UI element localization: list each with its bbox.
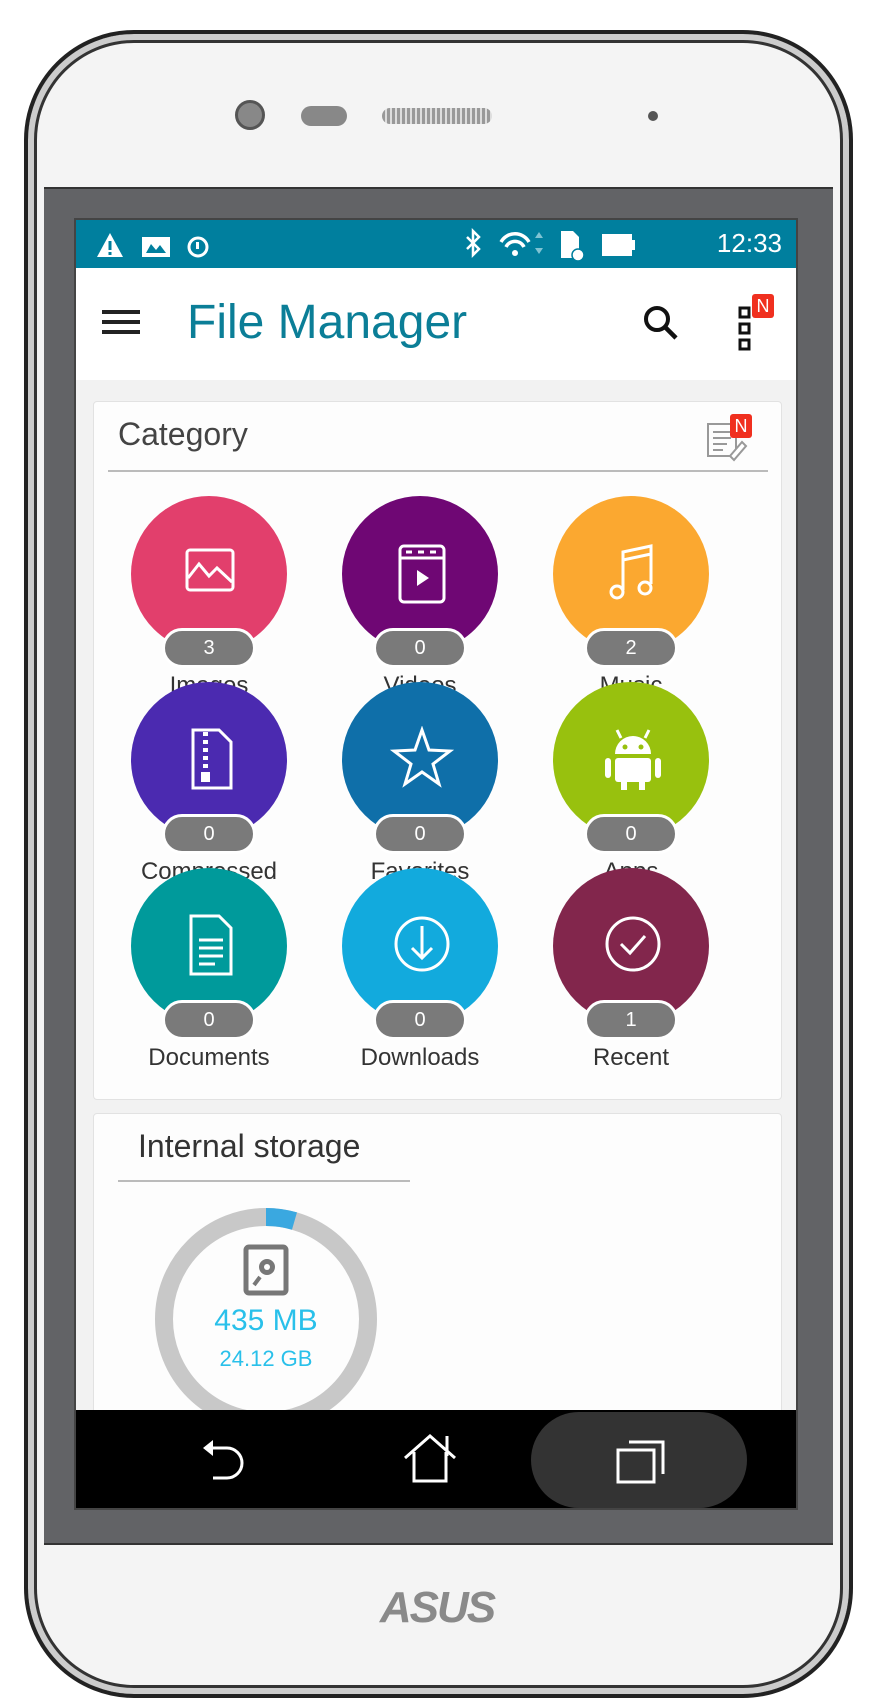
category-label: Downloads [360,1044,480,1071]
category-favorites[interactable]: 0Favorites [305,682,535,885]
category-card: Category N 3Images0Videos2Music 0Compress… [93,401,782,1100]
download-icon [394,916,450,972]
more-options-button[interactable]: N [738,294,782,358]
home-icon[interactable] [402,1434,458,1484]
category-label: Recent [592,1044,670,1071]
count-badge: 0 [373,814,467,854]
asus-logo: ASUS [379,1583,496,1632]
recents-icon [616,1440,665,1484]
category-label: Documents [148,1044,270,1071]
sensor-dot [648,111,658,121]
notification-icons [97,233,209,258]
new-badge: N [730,414,752,438]
count-badge: 2 [584,628,678,668]
check-icon [605,916,661,972]
divider [108,470,768,472]
zip-icon [191,728,233,790]
navigation-bar [76,1410,796,1508]
count-badge: 0 [373,628,467,668]
music-icon [609,544,653,600]
star-icon [390,726,454,788]
storage-used: 435 MB [214,1304,318,1337]
category-compressed[interactable]: 0Compressed [94,682,324,885]
count-badge: 0 [162,814,256,854]
count-badge: 0 [373,1000,467,1040]
front-camera [235,100,265,130]
screen: 12:33 File Manager N Category N 3Images0… [74,218,798,1510]
category-music[interactable]: 2Music [516,496,746,699]
search-icon[interactable] [642,304,680,342]
hamburger-icon[interactable] [102,308,140,336]
more-icon [738,306,751,351]
divider [118,1180,410,1182]
storage-total: 24.12 GB [219,1346,313,1371]
count-badge: 0 [162,1000,256,1040]
count-badge: 3 [162,628,256,668]
speaker-grille [382,108,492,124]
category-documents[interactable]: 0 Documents [94,868,324,1071]
category-title: Category [118,416,248,452]
storage-title: Internal storage [138,1128,361,1164]
video-icon [398,544,446,604]
back-icon[interactable] [201,1438,251,1482]
category-downloads[interactable]: 0 Downloads [305,868,535,1071]
status-bar: 12:33 [76,220,796,268]
category-apps[interactable]: 0Apps [516,682,746,885]
android-icon [605,729,661,790]
page-title: File Manager [187,296,468,349]
new-badge: N [752,294,774,318]
document-icon [189,914,233,976]
category-images[interactable]: 3Images [94,496,324,699]
system-status-icons [466,228,635,262]
count-badge: 1 [584,1000,678,1040]
category-videos[interactable]: 0Videos [305,496,535,699]
sensor [301,106,347,126]
category-recent[interactable]: 1 Recent [516,868,746,1071]
app-bar: File Manager N [76,268,796,380]
internal-storage-card[interactable]: Internal storage 435 MB 24.12 GB [93,1113,782,1433]
hard-drive-icon [243,1244,289,1296]
clock: 12:33 [716,228,782,258]
edit-category-button[interactable]: N [706,414,754,462]
recents-button[interactable] [531,1412,747,1508]
count-badge: 0 [584,814,678,854]
image-icon [185,548,235,592]
